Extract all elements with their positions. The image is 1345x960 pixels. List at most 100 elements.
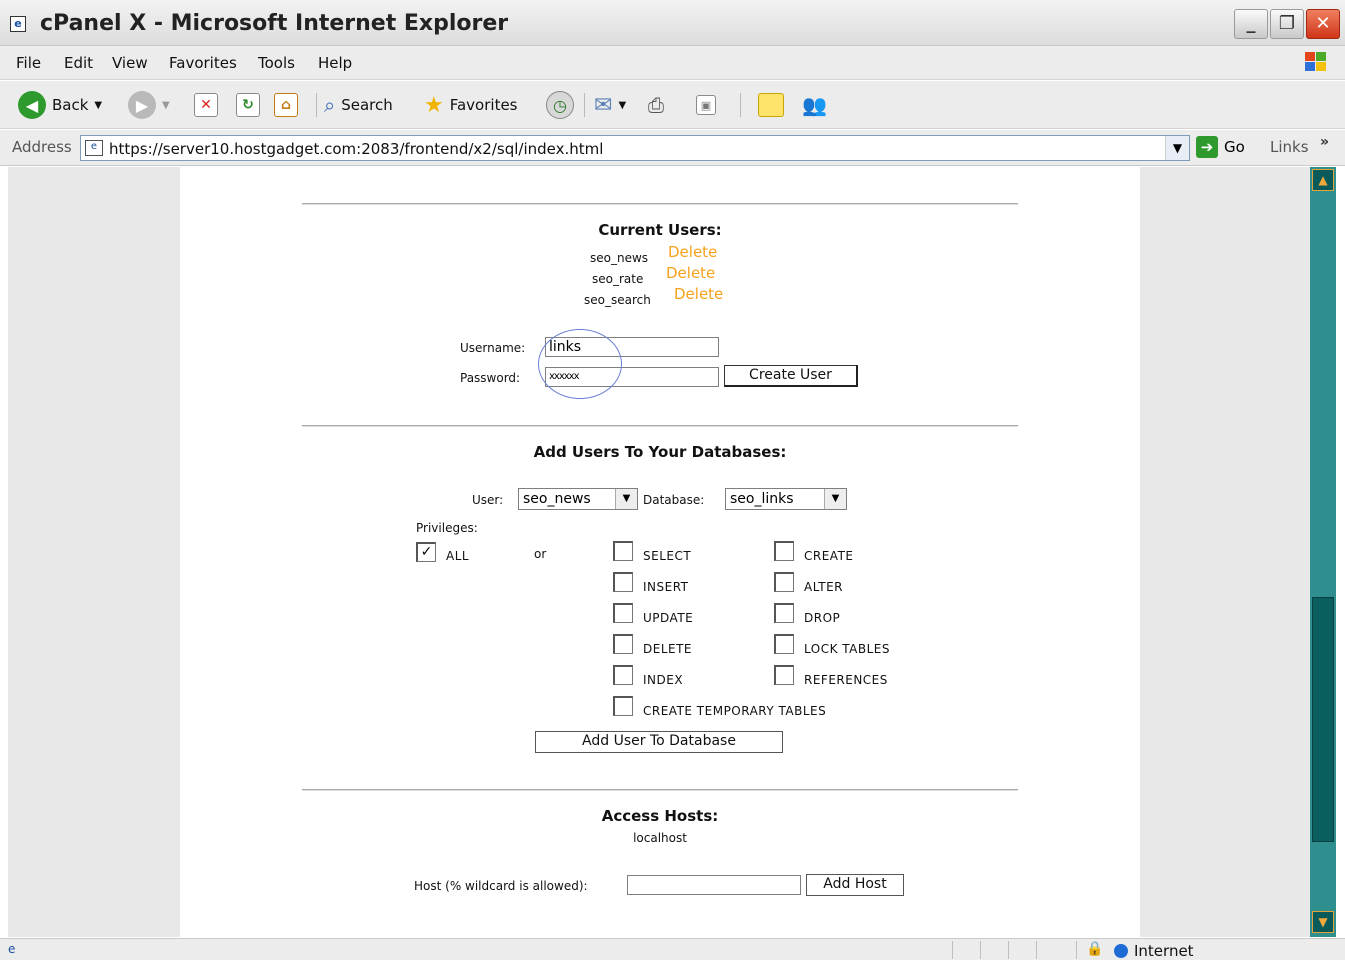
privilege-checkbox-drop[interactable]	[774, 603, 794, 623]
messenger-people-icon: 👥	[802, 93, 827, 117]
add-host-button[interactable]: Add Host	[806, 874, 904, 896]
menu-bar: File Edit View Favorites Tools Help	[0, 46, 1345, 80]
user-select[interactable]: seo_news ▼	[518, 488, 638, 510]
messenger-notes-button[interactable]	[758, 91, 784, 119]
forward-dropdown-icon[interactable]: ▼	[162, 100, 170, 111]
create-user-button[interactable]: Create User	[724, 365, 858, 387]
toolbar: ◀ Back ▼ ▶ ▼ ✕ ↻ ⌂ ⌕ Search ★ Favorites …	[0, 81, 1345, 129]
edit-button[interactable]: ▣	[696, 91, 716, 119]
user-select-value: seo_news	[523, 491, 591, 507]
status-divider	[1036, 941, 1037, 959]
search-icon: ⌕	[324, 93, 336, 117]
access-host-item: localhost	[633, 831, 687, 845]
links-chevron-icon[interactable]: »	[1320, 134, 1329, 150]
globe-icon	[1114, 944, 1128, 958]
go-button[interactable]: ➔ Go	[1196, 136, 1245, 158]
privilege-checkbox-update[interactable]	[613, 603, 633, 623]
privilege-checkbox-delete[interactable]	[613, 634, 633, 654]
home-button[interactable]: ⌂	[274, 91, 298, 119]
privilege-checkbox-index[interactable]	[613, 665, 633, 685]
privilege-label: CREATE TEMPORARY TABLES	[643, 704, 827, 718]
privilege-checkbox-references[interactable]	[774, 665, 794, 685]
menu-file[interactable]: File	[16, 54, 41, 72]
host-input-label: Host (% wildcard is allowed):	[414, 879, 588, 893]
privilege-checkbox-alter[interactable]	[774, 572, 794, 592]
all-privileges-checkbox[interactable]: ✓	[416, 542, 436, 562]
menu-tools[interactable]: Tools	[258, 54, 295, 72]
lock-icon: 🔒	[1086, 941, 1104, 957]
messenger-button[interactable]: 👥	[802, 91, 827, 119]
mail-dropdown-icon[interactable]: ▼	[618, 100, 626, 111]
menu-favorites[interactable]: Favorites	[169, 54, 237, 72]
delete-user-link[interactable]: Delete	[666, 264, 715, 282]
toolbar-divider	[584, 93, 585, 117]
database-select-label: Database:	[643, 493, 705, 507]
access-hosts-heading: Access Hosts:	[601, 807, 719, 825]
close-button[interactable]: ✕	[1306, 9, 1340, 39]
security-zone: Internet	[1114, 942, 1194, 960]
scroll-up-icon[interactable]: ▲	[1312, 169, 1334, 191]
status-divider	[980, 941, 981, 959]
privilege-checkbox-select[interactable]	[613, 541, 633, 561]
page-icon: e	[85, 140, 103, 156]
menu-help[interactable]: Help	[318, 54, 352, 72]
address-input[interactable]: e https://server10.hostgadget.com:2083/f…	[80, 135, 1190, 161]
links-label[interactable]: Links	[1270, 138, 1309, 156]
status-divider	[1008, 941, 1009, 959]
delete-user-link[interactable]: Delete	[668, 243, 717, 261]
back-label: Back	[52, 96, 89, 114]
go-arrow-icon: ➔	[1196, 136, 1218, 158]
zone-label: Internet	[1134, 942, 1194, 960]
privilege-label: UPDATE	[643, 611, 694, 625]
privilege-checkbox-insert[interactable]	[613, 572, 633, 592]
privilege-label: REFERENCES	[804, 673, 888, 687]
privilege-label: SELECT	[643, 549, 692, 563]
scroll-down-icon[interactable]: ▼	[1312, 911, 1334, 933]
username-label: Username:	[460, 341, 526, 355]
forward-button[interactable]: ▶ ▼	[128, 91, 170, 119]
home-icon: ⌂	[274, 93, 298, 117]
print-button[interactable]: ⎙	[648, 91, 664, 119]
vertical-scrollbar[interactable]: ▲ ▼	[1310, 167, 1336, 937]
maximize-button[interactable]: ❐	[1270, 9, 1304, 39]
address-dropdown-icon[interactable]: ▼	[1165, 136, 1189, 160]
user-name: seo_news	[590, 251, 649, 265]
status-divider	[1076, 941, 1077, 959]
search-button[interactable]: ⌕ Search	[324, 91, 393, 119]
mail-button[interactable]: ✉ ▼	[594, 91, 626, 119]
menu-view[interactable]: View	[112, 54, 148, 72]
database-select-value: seo_links	[730, 491, 794, 507]
section-divider	[302, 789, 1018, 791]
go-label: Go	[1224, 138, 1245, 156]
privilege-checkbox-lock-tables[interactable]	[774, 634, 794, 654]
privilege-label: INDEX	[643, 673, 684, 687]
database-select[interactable]: seo_links ▼	[725, 488, 847, 510]
address-label: Address	[12, 138, 72, 156]
minimize-button[interactable]: _	[1234, 9, 1268, 39]
host-input[interactable]	[627, 875, 801, 895]
stop-button[interactable]: ✕	[194, 91, 218, 119]
favorites-star-icon: ★	[424, 92, 444, 118]
chevron-down-icon: ▼	[824, 489, 846, 509]
status-divider	[952, 941, 953, 959]
forward-arrow-icon: ▶	[128, 91, 156, 119]
toolbar-divider	[316, 93, 317, 117]
edit-page-icon: ▣	[696, 95, 716, 115]
privilege-checkbox-create[interactable]	[774, 541, 794, 561]
privilege-label: CREATE	[804, 549, 854, 563]
back-dropdown-icon[interactable]: ▼	[94, 100, 102, 111]
privilege-checkbox-create-temporary-tables[interactable]	[613, 696, 633, 716]
scrollbar-thumb[interactable]	[1312, 597, 1334, 842]
add-user-to-database-button[interactable]: Add User To Database	[535, 731, 783, 753]
user-select-label: User:	[472, 493, 504, 507]
history-button[interactable]: ◷	[546, 91, 574, 119]
annotation-circle	[538, 329, 622, 399]
back-button[interactable]: ◀ Back ▼	[18, 91, 102, 119]
menu-edit[interactable]: Edit	[64, 54, 93, 72]
user-name: seo_search	[584, 293, 651, 307]
favorites-button[interactable]: ★ Favorites	[424, 91, 518, 119]
refresh-button[interactable]: ↻	[236, 91, 260, 119]
print-icon: ⎙	[648, 93, 664, 117]
all-privileges-label: ALL	[446, 549, 470, 563]
delete-user-link[interactable]: Delete	[674, 285, 723, 303]
